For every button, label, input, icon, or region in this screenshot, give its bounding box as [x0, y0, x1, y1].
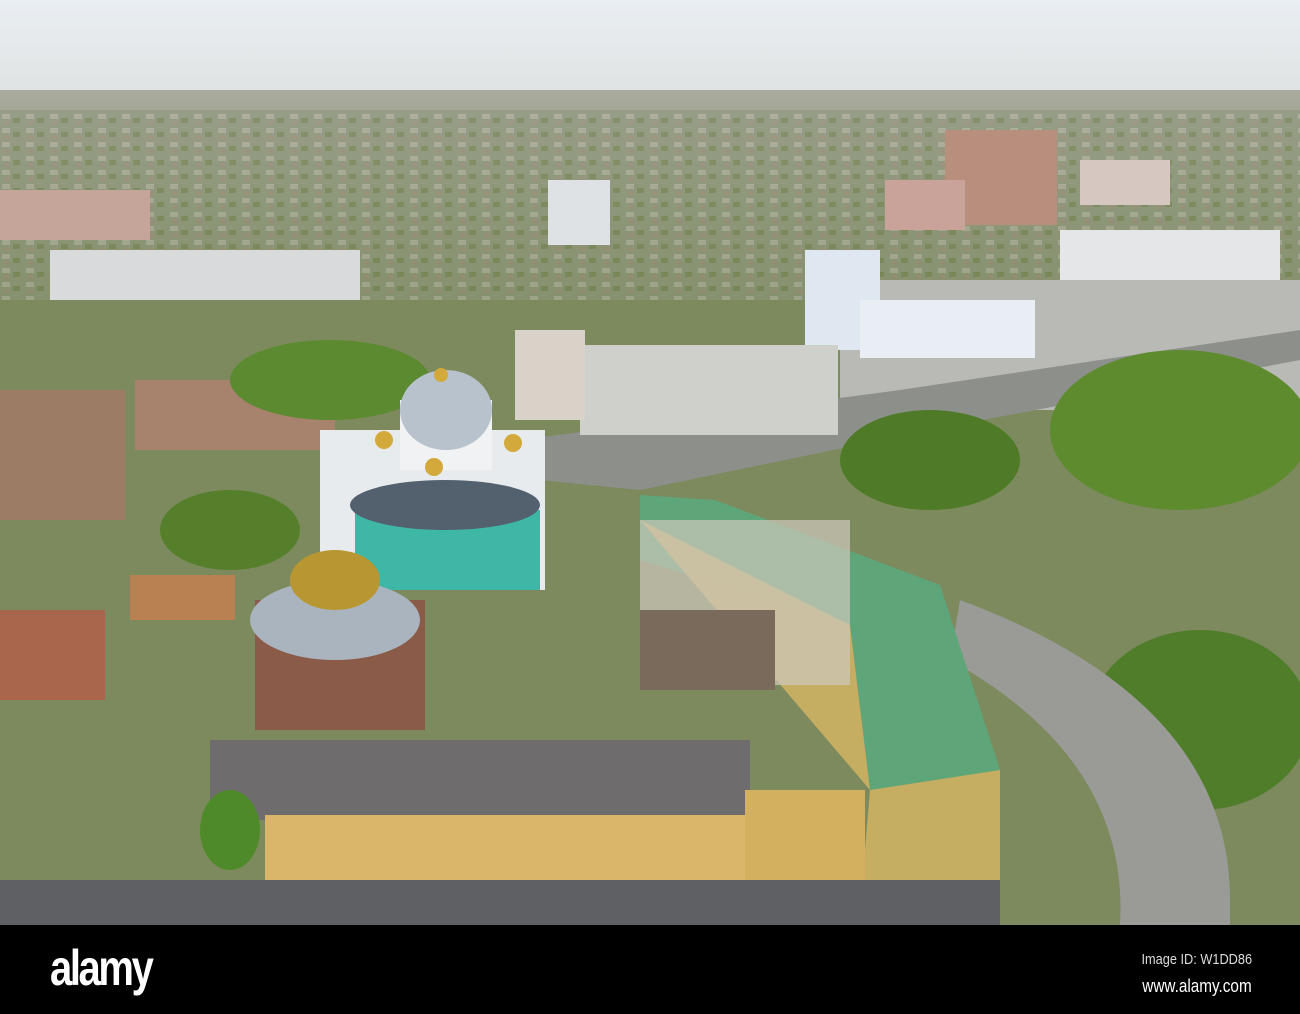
aerial-city-photo — [0, 0, 1300, 925]
sky — [0, 0, 1300, 92]
long-yellow-building — [210, 740, 750, 820]
tower-building — [548, 180, 610, 245]
park-trees — [1050, 350, 1300, 510]
dome — [400, 370, 492, 450]
image-id: Image ID: W1DD86 — [1141, 951, 1252, 968]
golden-dome — [290, 550, 380, 610]
alamy-logo: alamy — [50, 940, 154, 996]
watermark-footer: alamy Image ID: W1DD86 www.alamy.com — [0, 925, 1300, 1014]
site-url: www.alamy.com — [1142, 976, 1252, 996]
